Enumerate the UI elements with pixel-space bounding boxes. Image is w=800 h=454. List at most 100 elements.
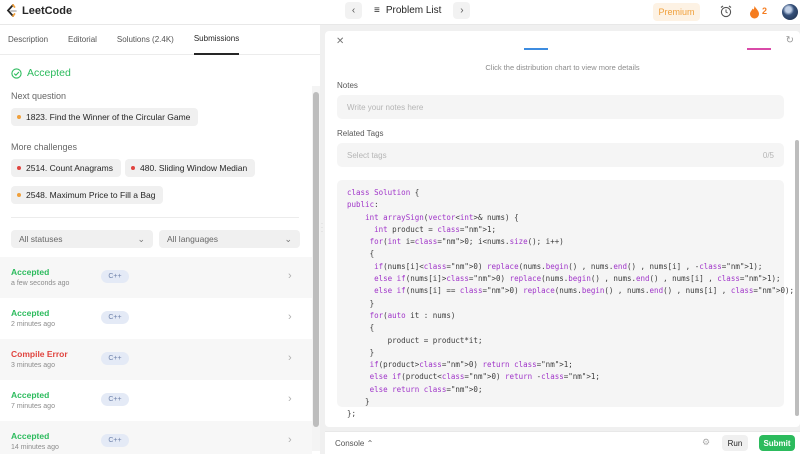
code-line: { — [347, 323, 375, 333]
chevron-right-icon: › — [288, 311, 292, 323]
logo[interactable]: LeetCode — [6, 4, 72, 18]
right-scrollbar[interactable] — [795, 140, 799, 416]
language-badge: C++ — [101, 352, 129, 365]
chevron-left-icon: ‹ — [351, 5, 356, 16]
difficulty-dot — [17, 166, 21, 170]
submission-time: 2 minutes ago — [11, 321, 55, 328]
chevron-right-icon: › — [288, 270, 292, 282]
problem-nav: ‹ ≡ Problem List › — [345, 2, 471, 19]
table-row[interactable]: Accepted 14 minutes ago C++ › — [0, 421, 312, 454]
challenge-chip[interactable]: 2548. Maximum Price to Fill a Bag — [11, 186, 164, 204]
code-line: if(nums[i]<class="nm">0) replace(nums.be… — [374, 261, 763, 271]
difficulty-dot — [17, 115, 21, 119]
code-line: } — [347, 397, 370, 407]
tags-select[interactable]: Select tags 0/5 — [337, 143, 784, 167]
table-row[interactable]: Accepted a few seconds ago C++ › — [0, 257, 312, 298]
list-icon: ≡ — [374, 5, 380, 16]
table-row[interactable]: Accepted 7 minutes ago C++ › — [0, 380, 312, 421]
challenge-title: 2514. Count Anagrams — [26, 163, 113, 173]
chevron-right-icon: › — [288, 393, 292, 405]
code-line: int product = class="nm">1; — [374, 224, 497, 234]
code-view[interactable]: class Solution {public: int arraySign(ve… — [337, 180, 795, 418]
tab-editorial[interactable]: Editorial — [68, 25, 97, 55]
submission-time: 3 minutes ago — [11, 362, 55, 369]
challenge-title: 480. Sliding Window Median — [140, 163, 248, 173]
check-circle-icon — [11, 67, 22, 79]
code-line: for(auto it : nums) — [369, 310, 456, 320]
tags-count: 0/5 — [762, 150, 774, 160]
code-line: else if(nums[i] == class="nm">0) replace… — [374, 286, 795, 296]
submission-status: Accepted — [11, 390, 50, 400]
leetcode-logo-icon — [6, 4, 17, 17]
chevron-right-icon: › — [288, 434, 292, 446]
code-line: else if(product<class="nm">0) return -cl… — [369, 372, 600, 382]
code-line: else if(nums[i]>class="nm">0) replace(nu… — [374, 274, 781, 284]
submission-time: a few seconds ago — [11, 280, 70, 287]
close-icon[interactable]: ✕ — [336, 36, 344, 47]
notes-input[interactable]: Write your notes here — [337, 95, 784, 119]
chevron-up-icon: ⌃ — [366, 439, 374, 448]
code-line: { — [347, 249, 375, 259]
prev-problem-button[interactable]: ‹ — [345, 2, 362, 19]
scrollbar-thumb[interactable] — [313, 92, 319, 427]
left-panel: Description Editorial Solutions (2.4K) S… — [0, 25, 320, 454]
app-name: LeetCode — [22, 5, 73, 17]
distribution-chart-stub[interactable] — [524, 48, 548, 50]
drag-handle-icon: · · · — [321, 221, 323, 235]
language-badge: C++ — [101, 393, 129, 406]
chevron-down-icon: ⌄ — [137, 233, 145, 244]
section-divider — [11, 217, 299, 218]
tags-placeholder: Select tags — [347, 150, 387, 160]
challenge-title: 2548. Maximum Price to Fill a Bag — [26, 190, 156, 200]
challenge-chip[interactable]: 2514. Count Anagrams — [11, 159, 121, 177]
problem-list-label: Problem List — [385, 5, 442, 16]
console-label: Console — [335, 439, 365, 448]
difficulty-dot — [131, 166, 135, 170]
code-line: if(product>class="nm">0) return class="n… — [369, 360, 573, 370]
streak-count: 2 — [762, 6, 768, 16]
submission-time: 7 minutes ago — [11, 403, 55, 410]
code-line: } — [347, 347, 375, 357]
submit-button[interactable]: Submit — [759, 435, 795, 451]
submission-status: Compile Error — [11, 349, 68, 359]
challenge-chip[interactable]: 480. Sliding Window Median — [125, 159, 256, 177]
submission-detail-panel: ✕ ↻ Click the distribution chart to view… — [325, 31, 800, 427]
more-challenges-label: More challenges — [11, 142, 78, 152]
flame-icon[interactable] — [749, 5, 760, 19]
status-filter-value: All statuses — [19, 234, 63, 244]
notes-placeholder: Write your notes here — [347, 102, 424, 112]
language-filter-select[interactable]: All languages ⌄ — [159, 230, 300, 248]
avatar[interactable] — [782, 4, 798, 20]
tab-solutions[interactable]: Solutions (2.4K) — [117, 25, 174, 55]
code-line: else return class="nm">0; — [369, 384, 483, 394]
related-tags-label: Related Tags — [337, 129, 384, 138]
chevron-down-icon: ⌄ — [284, 233, 292, 244]
submission-status: Accepted — [11, 308, 50, 318]
next-problem-button[interactable]: › — [453, 2, 471, 19]
refresh-icon[interactable]: ↻ — [786, 35, 794, 46]
code-line: for(int i=class="nm">0; i<nums.size(); i… — [369, 237, 564, 247]
tab-submissions[interactable]: Submissions — [193, 25, 240, 55]
status-filter-select[interactable]: All statuses ⌄ — [11, 230, 153, 248]
chevron-right-icon: › — [460, 5, 464, 16]
tab-bar: Description Editorial Solutions (2.4K) S… — [0, 25, 320, 55]
left-scrollbar[interactable] — [312, 86, 320, 451]
settings-icon[interactable]: ⚙ — [702, 437, 710, 448]
language-badge: C++ — [101, 434, 129, 447]
tab-description[interactable]: Description — [8, 25, 48, 55]
next-question-chip[interactable]: 1823. Find the Winner of the Circular Ga… — [11, 108, 199, 126]
table-row[interactable]: Accepted 2 minutes ago C++ › — [0, 298, 312, 339]
console-toggle[interactable]: Console ⌃ — [335, 439, 373, 448]
difficulty-dot — [17, 193, 21, 197]
result-status-label: Accepted — [27, 67, 71, 79]
distribution-hint: Click the distribution chart to view mor… — [485, 63, 640, 72]
problem-list-button[interactable]: ≡ Problem List — [368, 5, 447, 16]
code-line: } — [347, 298, 375, 308]
chevron-right-icon: › — [288, 352, 292, 364]
table-row[interactable]: Compile Error 3 minutes ago C++ › — [0, 339, 312, 380]
premium-button[interactable]: Premium — [653, 3, 700, 21]
submission-status: Accepted — [11, 267, 50, 277]
alarm-clock-icon[interactable] — [719, 4, 733, 18]
distribution-chart-stub[interactable] — [747, 48, 771, 50]
run-button[interactable]: Run — [722, 435, 748, 451]
